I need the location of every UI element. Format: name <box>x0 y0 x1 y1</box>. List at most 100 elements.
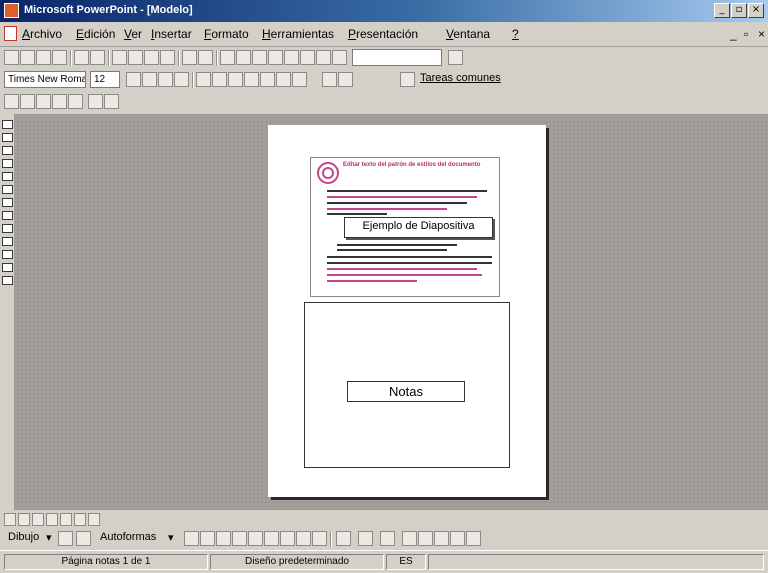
slide-thumb-icon[interactable] <box>2 263 13 272</box>
doc-minimize-icon[interactable]: _ <box>730 27 737 41</box>
rectangle-icon[interactable] <box>216 531 231 546</box>
close-master-icon[interactable] <box>68 94 83 109</box>
document-icon[interactable] <box>4 26 17 41</box>
hyperlink-icon[interactable] <box>220 50 235 65</box>
decrease-font-icon[interactable] <box>292 72 307 87</box>
help-icon[interactable] <box>448 50 463 65</box>
clipart-icon[interactable] <box>296 531 311 546</box>
3d-style-icon[interactable] <box>466 531 481 546</box>
line-color-icon[interactable] <box>358 531 373 546</box>
slide-thumb-icon[interactable] <box>2 185 13 194</box>
notes-layout-icon[interactable] <box>36 94 51 109</box>
slide-image-placeholder[interactable]: Editar texto del patrón de estilos del d… <box>310 157 500 297</box>
slide-thumb-icon[interactable] <box>2 159 13 168</box>
textbox-icon[interactable] <box>248 531 263 546</box>
print-icon[interactable] <box>74 50 89 65</box>
close-icon[interactable]: × <box>748 3 764 18</box>
slide-thumb-icon[interactable] <box>2 211 13 220</box>
expand-all-icon[interactable] <box>300 50 315 65</box>
menu-archivo[interactable]: Archivo <box>22 27 62 41</box>
demote-icon[interactable] <box>338 72 353 87</box>
slide-thumb-icon[interactable] <box>2 133 13 142</box>
slide-thumb-icon[interactable] <box>2 146 13 155</box>
paste-icon[interactable] <box>144 50 159 65</box>
font-color-icon[interactable] <box>380 531 395 546</box>
diagram-icon[interactable] <box>280 531 295 546</box>
dibujo-menu[interactable]: Dibujo <box>8 531 39 543</box>
copy-icon[interactable] <box>128 50 143 65</box>
slide-thumb-icon[interactable] <box>2 276 13 285</box>
scroll-left-icon[interactable] <box>4 513 16 526</box>
new-slide-icon[interactable] <box>284 50 299 65</box>
tareas-comunes-button[interactable]: Tareas comunes <box>420 72 501 84</box>
spelling-icon[interactable] <box>90 50 105 65</box>
image-icon[interactable] <box>312 531 327 546</box>
slide-thumb-icon[interactable] <box>2 237 13 246</box>
format-painter-icon[interactable] <box>160 50 175 65</box>
minimize-icon[interactable]: _ <box>714 3 730 18</box>
numbering-icon[interactable] <box>244 72 259 87</box>
menu-ventana[interactable]: Ventana <box>446 27 490 41</box>
underline-icon[interactable] <box>158 72 173 87</box>
normal-view-icon[interactable] <box>18 513 30 526</box>
font-size-combo[interactable]: 12 <box>90 71 120 88</box>
promote-icon[interactable] <box>322 72 337 87</box>
sorter-view-icon[interactable] <box>60 513 72 526</box>
slide-thumb-icon[interactable] <box>2 120 13 129</box>
shadow-icon[interactable] <box>174 72 189 87</box>
menu-insertar[interactable]: Insertar <box>151 27 192 41</box>
italic-icon[interactable] <box>142 72 157 87</box>
notes-view-icon[interactable] <box>88 513 100 526</box>
preview-icon[interactable] <box>88 94 103 109</box>
header-footer-icon[interactable] <box>4 94 19 109</box>
menu-ayuda[interactable]: ? <box>512 27 519 41</box>
menu-ver[interactable]: Ver <box>124 27 142 41</box>
menu-edicion[interactable]: Edición <box>76 27 115 41</box>
arrow-style-icon[interactable] <box>434 531 449 546</box>
outline-view-icon[interactable] <box>32 513 44 526</box>
redo-icon[interactable] <box>198 50 213 65</box>
menu-formato[interactable]: Formato <box>204 27 249 41</box>
doc-close-icon[interactable]: × <box>758 27 765 41</box>
select-pointer-icon[interactable] <box>58 531 73 546</box>
save-icon[interactable] <box>36 50 51 65</box>
slide-thumb-icon[interactable] <box>2 172 13 181</box>
tables-borders-icon[interactable] <box>236 50 251 65</box>
arrow-icon[interactable] <box>200 531 215 546</box>
slide-layout-icon[interactable] <box>20 94 35 109</box>
font-combo[interactable]: Times New Roman <box>4 71 86 88</box>
zoom-combo[interactable] <box>352 49 442 66</box>
line-style-icon[interactable] <box>402 531 417 546</box>
wordart-icon[interactable] <box>264 531 279 546</box>
dash-style-icon[interactable] <box>418 531 433 546</box>
bullets-icon[interactable] <box>260 72 275 87</box>
show-formatting-icon[interactable] <box>316 50 331 65</box>
open-icon[interactable] <box>20 50 35 65</box>
align-left-icon[interactable] <box>196 72 211 87</box>
cut-icon[interactable] <box>112 50 127 65</box>
undo-icon[interactable] <box>182 50 197 65</box>
align-center-icon[interactable] <box>212 72 227 87</box>
tareas-comunes-icon[interactable] <box>400 72 415 87</box>
shadow-style-icon[interactable] <box>450 531 465 546</box>
bold-icon[interactable] <box>126 72 141 87</box>
line-icon[interactable] <box>184 531 199 546</box>
handout-layout-icon[interactable] <box>52 94 67 109</box>
grayscale-icon[interactable] <box>332 50 347 65</box>
rename-icon[interactable] <box>104 94 119 109</box>
increase-font-icon[interactable] <box>276 72 291 87</box>
powerpoint-app-icon[interactable] <box>4 3 19 18</box>
slide-view-icon[interactable] <box>46 513 58 526</box>
align-right-icon[interactable] <box>228 72 243 87</box>
menu-presentacion[interactable]: Presentación <box>348 27 418 41</box>
fill-color-icon[interactable] <box>336 531 351 546</box>
slide-thumb-icon[interactable] <box>2 198 13 207</box>
new-icon[interactable] <box>4 50 19 65</box>
oval-icon[interactable] <box>232 531 247 546</box>
slideshow-view-icon[interactable] <box>74 513 86 526</box>
insert-chart-icon[interactable] <box>268 50 283 65</box>
slide-thumb-icon[interactable] <box>2 224 13 233</box>
slide-thumb-icon[interactable] <box>2 250 13 259</box>
doc-restore-icon[interactable]: ▫ <box>744 27 748 41</box>
menu-herramientas[interactable]: Herramientas <box>262 27 334 41</box>
